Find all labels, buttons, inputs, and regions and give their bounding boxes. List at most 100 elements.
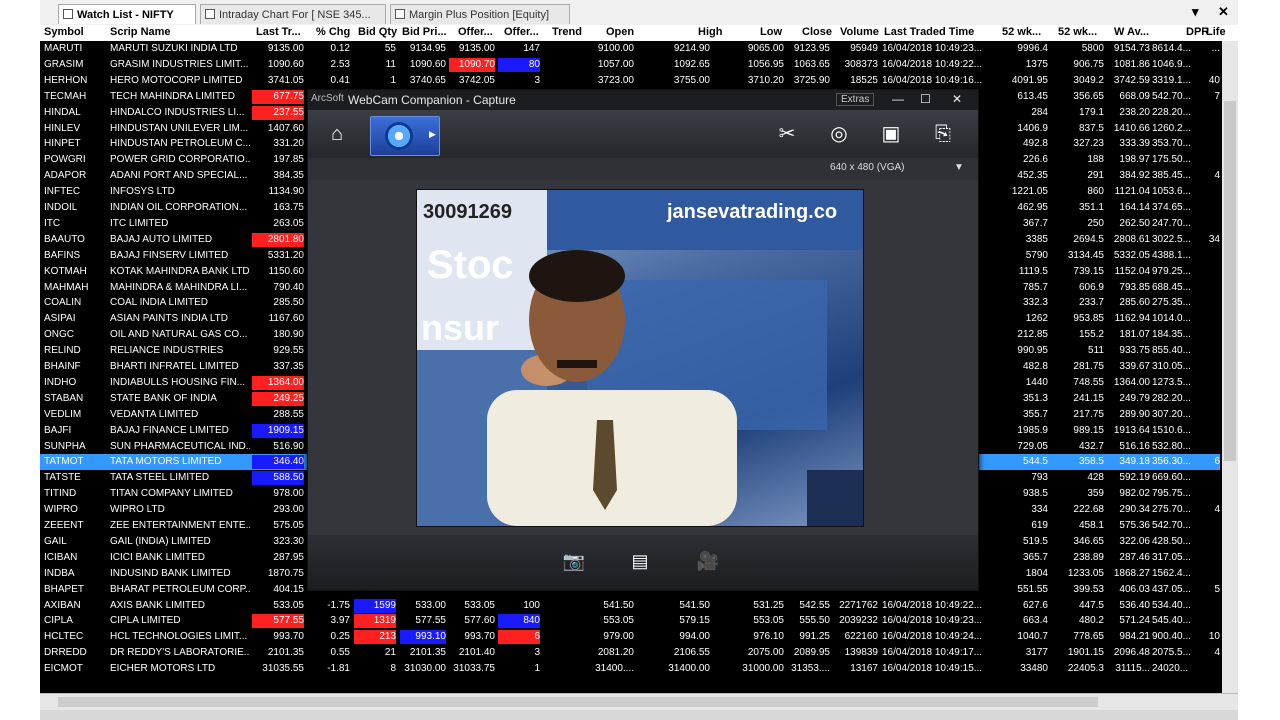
- capture-mode-button[interactable]: ▶: [370, 116, 440, 156]
- horizontal-scrollbar[interactable]: [40, 693, 1238, 711]
- chevron-down-icon[interactable]: ▼: [954, 162, 964, 173]
- column-header-high[interactable]: High: [698, 26, 722, 38]
- cell-op: 577.60: [464, 615, 495, 627]
- cell-life: [1206, 249, 1220, 263]
- cell-life: [1206, 614, 1220, 628]
- cell-dpr: 247.70...: [1152, 217, 1191, 229]
- vertical-scrollbar[interactable]: [1222, 41, 1238, 693]
- cell-sym: ONGC: [44, 329, 74, 341]
- webcam-titlebar[interactable]: ArcSoft WebCam Companion - Capture Extra…: [308, 90, 978, 110]
- cell-name: MAHINDRA & MAHINDRA LI...: [110, 281, 248, 293]
- column-header-ltt[interactable]: Last Traded Time: [884, 26, 974, 38]
- cell-high: 994.00: [679, 631, 710, 643]
- tools-icon[interactable]: ✂: [770, 118, 804, 150]
- cell-sym: POWGRI: [44, 154, 86, 166]
- cell-h52: 462.95: [1017, 202, 1048, 213]
- home-icon[interactable]: ⌂: [320, 118, 354, 150]
- column-header-name[interactable]: Scrip Name: [110, 26, 171, 38]
- cell-bp: 577.55: [415, 615, 446, 627]
- table-row[interactable]: GRASIM GRASIM INDUSTRIES LIMIT... 1090.60 2…: [40, 57, 1220, 73]
- cell-wav: 322.06: [1119, 535, 1150, 547]
- column-header-op[interactable]: Offer...: [458, 26, 493, 38]
- column-header-close[interactable]: Close: [802, 26, 832, 38]
- cell-oq: 100: [523, 599, 540, 611]
- cell-ltp: 978.00: [273, 488, 304, 500]
- cell-name: INFOSYS LTD: [110, 186, 175, 198]
- table-row[interactable]: MARUTI MARUTI SUZUKI INDIA LTD 9135.00 0.12…: [40, 41, 1220, 57]
- cell-name: INDUSIND BANK LIMITED: [110, 567, 231, 579]
- column-header-life[interactable]: Life: [1206, 26, 1226, 38]
- column-header-oq[interactable]: Offer...: [504, 26, 539, 38]
- cell-sym: SUNPHA: [44, 440, 86, 452]
- cell-h52: 367.7: [1022, 217, 1048, 229]
- column-header-chg[interactable]: % Chg: [316, 26, 350, 38]
- tab-intraday-chart[interactable]: Intraday Chart For [ NSE 345...: [200, 4, 386, 24]
- table-row[interactable]: HERHON HERO MOTOCORP LIMITED 3741.05 0.41 1 3…: [40, 73, 1220, 89]
- column-header-ltp[interactable]: Last Tr...: [256, 26, 301, 38]
- cell-bp: 993.10: [400, 630, 446, 645]
- cell-bq: 8: [390, 663, 396, 675]
- column-header-l52[interactable]: 52 wk...: [1058, 26, 1097, 38]
- export-icon[interactable]: ⎘: [926, 118, 960, 150]
- column-header-vol[interactable]: Volume: [840, 26, 879, 38]
- cell-l52: 860: [1087, 186, 1104, 198]
- cell-sym: BAAUTO: [44, 233, 85, 245]
- cell-dpr: 184.35...: [1152, 329, 1191, 341]
- column-header-trend[interactable]: Trend: [552, 26, 582, 38]
- camera-icon[interactable]: 📷: [560, 547, 588, 575]
- video-text: Stoc: [427, 243, 514, 287]
- column-header-sym[interactable]: Symbol: [44, 26, 84, 38]
- column-header-open[interactable]: Open: [606, 26, 634, 38]
- cell-oq: 840: [498, 614, 540, 629]
- cell-sym: KOTMAH: [44, 265, 87, 277]
- cell-h52: 492.8: [1022, 138, 1048, 150]
- table-row[interactable]: EICMOT EICHER MOTORS LTD 31035.55 -1.81 8 310…: [40, 661, 1220, 677]
- table-row[interactable]: AXIBAN AXIS BANK LIMITED 533.05 -1.75 1599 53…: [40, 598, 1220, 614]
- cell-life: ...: [1211, 43, 1220, 54]
- webcam-settings-icon[interactable]: ◎: [822, 118, 856, 150]
- cell-h52: 619: [1031, 520, 1048, 531]
- column-header-low[interactable]: Low: [760, 26, 782, 38]
- extras-button[interactable]: Extras: [836, 93, 875, 106]
- table-row[interactable]: DRREDD DR REDDY'S LABORATORIE... 2101.35 0.…: [40, 645, 1220, 661]
- tab-margin-plus[interactable]: Margin Plus Position [Equity]: [390, 4, 570, 24]
- cell-name: GRASIM INDUSTRIES LIMIT...: [110, 58, 249, 70]
- table-row[interactable]: CIPLA CIPLA LIMITED 577.55 3.97 1319 577.55 57…: [40, 613, 1220, 629]
- cell-dpr: 3022.5...: [1152, 233, 1191, 245]
- column-header-bq[interactable]: Bid Qty: [358, 26, 397, 38]
- tab-dropdown-icon[interactable]: ▾: [1192, 4, 1199, 20]
- column-header-bp[interactable]: Bid Pri...: [402, 26, 447, 38]
- cell-h52: 334: [1031, 504, 1048, 516]
- cell-name: INDIABULLS HOUSING FIN...: [110, 376, 246, 388]
- close-icon[interactable]: ✕: [1218, 4, 1229, 20]
- resolution-select[interactable]: 640 x 480 (VGA): [830, 162, 904, 173]
- column-header-wav[interactable]: W Av...: [1114, 26, 1149, 38]
- column-header-h52[interactable]: 52 wk...: [1002, 26, 1041, 38]
- gallery-icon[interactable]: ▤: [626, 547, 654, 575]
- maximize-icon[interactable]: ☐: [920, 92, 931, 106]
- cell-sym: ITC: [44, 217, 61, 229]
- cell-ltp: 1870.75: [267, 567, 304, 579]
- video-icon[interactable]: 🎥: [694, 547, 722, 575]
- cell-h52: 9996.4: [1017, 43, 1048, 54]
- monitor-icon[interactable]: ▣: [874, 118, 908, 150]
- cell-name: SUN PHARMACEUTICAL IND...: [110, 440, 250, 452]
- cell-life: [1206, 519, 1220, 533]
- table-row[interactable]: HCLTEC HCL TECHNOLOGIES LIMIT... 993.70 0.2…: [40, 629, 1220, 645]
- cell-sym: HINDAL: [44, 106, 81, 118]
- cell-life: 34: [1208, 233, 1220, 245]
- cell-life: 5: [1214, 583, 1220, 595]
- minimize-icon[interactable]: —: [892, 92, 904, 106]
- cell-name: BHARAT PETROLEUM CORP...: [110, 583, 250, 595]
- cell-name: ASIAN PAINTS INDIA LTD: [110, 313, 228, 325]
- scroll-thumb[interactable]: [58, 697, 1098, 707]
- cell-wav: 575.36: [1119, 520, 1150, 531]
- cell-ltp: 163.75: [273, 202, 304, 213]
- tab-watch-list[interactable]: Watch List - NIFTY: [58, 4, 196, 24]
- close-icon[interactable]: ✕: [952, 92, 962, 106]
- cell-l52: 359: [1087, 488, 1104, 500]
- cell-ltp: 2801.80: [252, 232, 304, 247]
- scroll-thumb[interactable]: [1224, 101, 1236, 461]
- cell-oq: 3: [534, 647, 540, 659]
- cell-wav: 1162.94: [1114, 313, 1150, 325]
